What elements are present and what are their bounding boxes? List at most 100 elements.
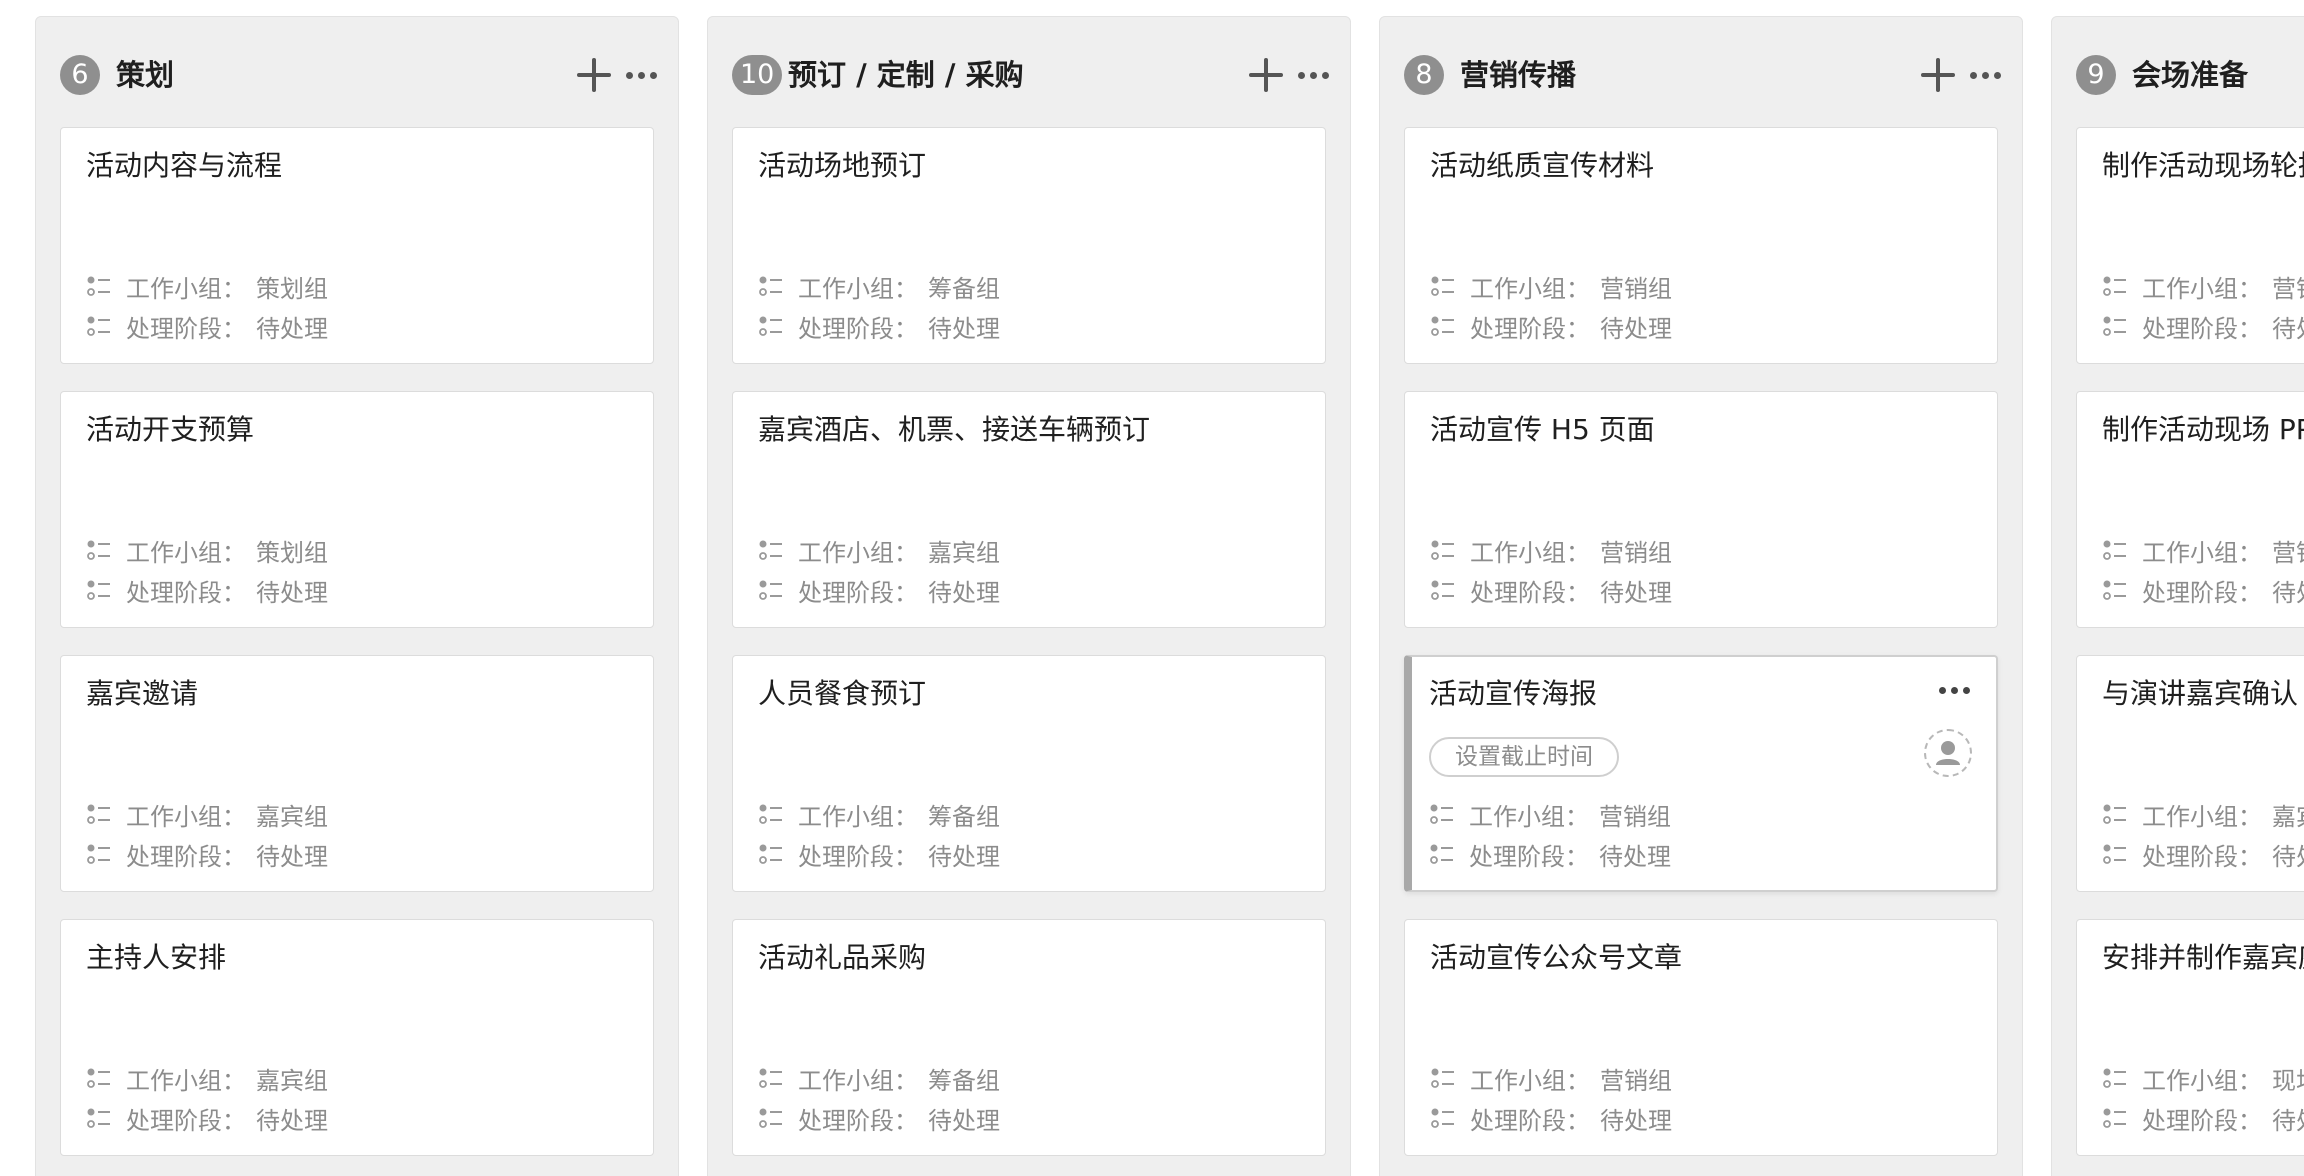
field-value: 筹备组: [928, 1066, 1000, 1095]
task-card[interactable]: 制作活动现场轮播 工作小组： 营销组 处理阶段： 待处理: [2076, 127, 2304, 364]
field-value: 待处理: [2272, 842, 2304, 871]
field-list-icon: [1431, 316, 1454, 336]
field-label: 工作小组：: [2142, 802, 2262, 831]
field-label: 工作小组：: [2142, 1066, 2262, 1095]
field-list-icon: [2103, 1068, 2126, 1088]
card-title: 活动宣传 H5 页面: [1430, 413, 1655, 446]
card-title: 活动宣传公众号文章: [1430, 941, 1683, 974]
field-work-group: 工作小组： 营销组: [1430, 534, 1672, 567]
task-card[interactable]: 活动礼品采购 工作小组： 筹备组 处理阶段： 待处理: [732, 919, 1326, 1156]
field-label: 处理阶段：: [126, 1106, 246, 1135]
field-stage: 处理阶段： 待处理: [758, 838, 1000, 871]
field-list-icon: [759, 540, 782, 560]
task-card[interactable]: 嘉宾邀请 工作小组： 嘉宾组 处理阶段： 待处理: [60, 655, 654, 892]
field-work-group: 工作小组： 策划组: [86, 534, 328, 567]
column-title: 策划: [116, 58, 175, 92]
task-card[interactable]: 活动内容与流程 工作小组： 策划组 处理阶段： 待处理: [60, 127, 654, 364]
task-card[interactable]: 活动纸质宣传材料 工作小组： 营销组 处理阶段： 待处理: [1404, 127, 1998, 364]
field-value: 营销组: [2272, 274, 2304, 303]
add-card-icon[interactable]: [1920, 57, 1956, 93]
field-value: 待处理: [2272, 1106, 2304, 1135]
task-card-hovered[interactable]: 活动宣传海报 设置截止时间 工作小组： 营销组 处理阶段： 待处理: [1404, 655, 1998, 892]
field-list-icon: [1430, 844, 1453, 864]
task-card[interactable]: 主持人安排 工作小组： 嘉宾组 处理阶段： 待处理: [60, 919, 654, 1156]
field-work-group: 工作小组： 嘉宾组: [758, 534, 1000, 567]
card-more-icon[interactable]: [1934, 675, 1974, 705]
user-avatar-icon[interactable]: [1924, 729, 1972, 777]
field-label: 处理阶段：: [2142, 578, 2262, 607]
field-work-group: 工作小组： 嘉宾组: [86, 1062, 328, 1095]
field-value: 待处理: [1599, 842, 1671, 871]
field-stage: 处理阶段： 待处理: [758, 574, 1000, 607]
field-list-icon: [87, 276, 110, 296]
field-label: 工作小组：: [1470, 274, 1590, 303]
task-card[interactable]: 制作活动现场 PPT 工作小组： 营销组 处理阶段： 待处理: [2076, 391, 2304, 628]
add-card-icon[interactable]: [1248, 57, 1284, 93]
column-more-icon[interactable]: [1966, 57, 2004, 93]
task-card[interactable]: 活动宣传 H5 页面 工作小组： 营销组 处理阶段： 待处理: [1404, 391, 1998, 628]
task-card[interactable]: 活动开支预算 工作小组： 策划组 处理阶段： 待处理: [60, 391, 654, 628]
task-card[interactable]: 与演讲嘉宾确认 工作小组： 嘉宾组 处理阶段： 待处理: [2076, 655, 2304, 892]
field-list-icon: [2103, 580, 2126, 600]
column-title: 营销传播: [1460, 58, 1577, 92]
field-list-icon: [759, 1068, 782, 1088]
field-label: 处理阶段：: [798, 578, 918, 607]
card-title: 与演讲嘉宾确认: [2102, 677, 2299, 710]
field-list-icon: [759, 580, 782, 600]
field-label: 处理阶段：: [2142, 1106, 2262, 1135]
task-card[interactable]: 活动场地预订 工作小组： 筹备组 处理阶段： 待处理: [732, 127, 1326, 364]
column-venue-prep: 9 会场准备 制作活动现场轮播 工作小组： 营销组 处理阶段： 待处理 制作活动…: [2051, 16, 2304, 1176]
card-title: 嘉宾邀请: [86, 677, 199, 710]
field-list-icon: [87, 580, 110, 600]
field-value: 待处理: [256, 842, 328, 871]
card-title: 制作活动现场 PPT: [2102, 413, 2304, 446]
field-list-icon: [759, 844, 782, 864]
field-list-icon: [1431, 580, 1454, 600]
field-work-group: 工作小组： 营销组: [1429, 798, 1671, 831]
field-stage: 处理阶段： 待处理: [2102, 310, 2304, 343]
field-label: 处理阶段：: [798, 314, 918, 343]
field-stage: 处理阶段： 待处理: [2102, 574, 2304, 607]
column-planning: 6 策划 活动内容与流程 工作小组： 策划组 处理阶段： 待处理 活动开支预算 …: [35, 16, 679, 1176]
field-stage: 处理阶段： 待处理: [86, 574, 328, 607]
field-label: 处理阶段：: [126, 842, 246, 871]
field-value: 营销组: [1599, 802, 1671, 831]
field-stage: 处理阶段： 待处理: [86, 1102, 328, 1135]
set-deadline-button[interactable]: 设置截止时间: [1429, 737, 1619, 777]
field-list-icon: [759, 276, 782, 296]
field-label: 工作小组：: [2142, 274, 2262, 303]
field-work-group: 工作小组： 筹备组: [758, 1062, 1000, 1095]
column-booking-procurement: 10 预订 / 定制 / 采购 活动场地预订 工作小组： 筹备组 处理阶段： 待…: [707, 16, 1351, 1176]
task-card[interactable]: 人员餐食预订 工作小组： 筹备组 处理阶段： 待处理: [732, 655, 1326, 892]
field-list-icon: [87, 1108, 110, 1128]
task-card[interactable]: 嘉宾酒店、机票、接送车辆预订 工作小组： 嘉宾组 处理阶段： 待处理: [732, 391, 1326, 628]
field-list-icon: [2103, 1108, 2126, 1128]
field-work-group: 工作小组： 营销组: [2102, 270, 2304, 303]
card-title: 制作活动现场轮播: [2102, 149, 2304, 182]
field-value: 待处理: [256, 1106, 328, 1135]
field-work-group: 工作小组： 策划组: [86, 270, 328, 303]
field-value: 嘉宾组: [928, 538, 1000, 567]
field-label: 处理阶段：: [1470, 578, 1590, 607]
column-more-icon[interactable]: [622, 57, 660, 93]
field-label: 工作小组：: [126, 802, 246, 831]
card-title: 安排并制作嘉宾座位: [2102, 941, 2304, 974]
field-list-icon: [2103, 844, 2126, 864]
column-more-icon[interactable]: [1294, 57, 1332, 93]
task-card[interactable]: 安排并制作嘉宾座位 工作小组： 现场组 处理阶段： 待处理: [2076, 919, 2304, 1156]
field-value: 营销组: [1600, 274, 1672, 303]
field-list-icon: [87, 844, 110, 864]
field-value: 待处理: [2272, 578, 2304, 607]
card-title: 活动纸质宣传材料: [1430, 149, 1655, 182]
field-value: 待处理: [2272, 314, 2304, 343]
field-value: 待处理: [1600, 314, 1672, 343]
field-value: 现场组: [2272, 1066, 2304, 1095]
field-value: 待处理: [256, 578, 328, 607]
field-value: 策划组: [256, 538, 328, 567]
add-card-icon[interactable]: [576, 57, 612, 93]
column-count-badge: 9: [2076, 55, 2116, 95]
field-list-icon: [1430, 804, 1453, 824]
field-stage: 处理阶段： 待处理: [1430, 1102, 1672, 1135]
field-work-group: 工作小组： 营销组: [1430, 1062, 1672, 1095]
task-card[interactable]: 活动宣传公众号文章 工作小组： 营销组 处理阶段： 待处理: [1404, 919, 1998, 1156]
